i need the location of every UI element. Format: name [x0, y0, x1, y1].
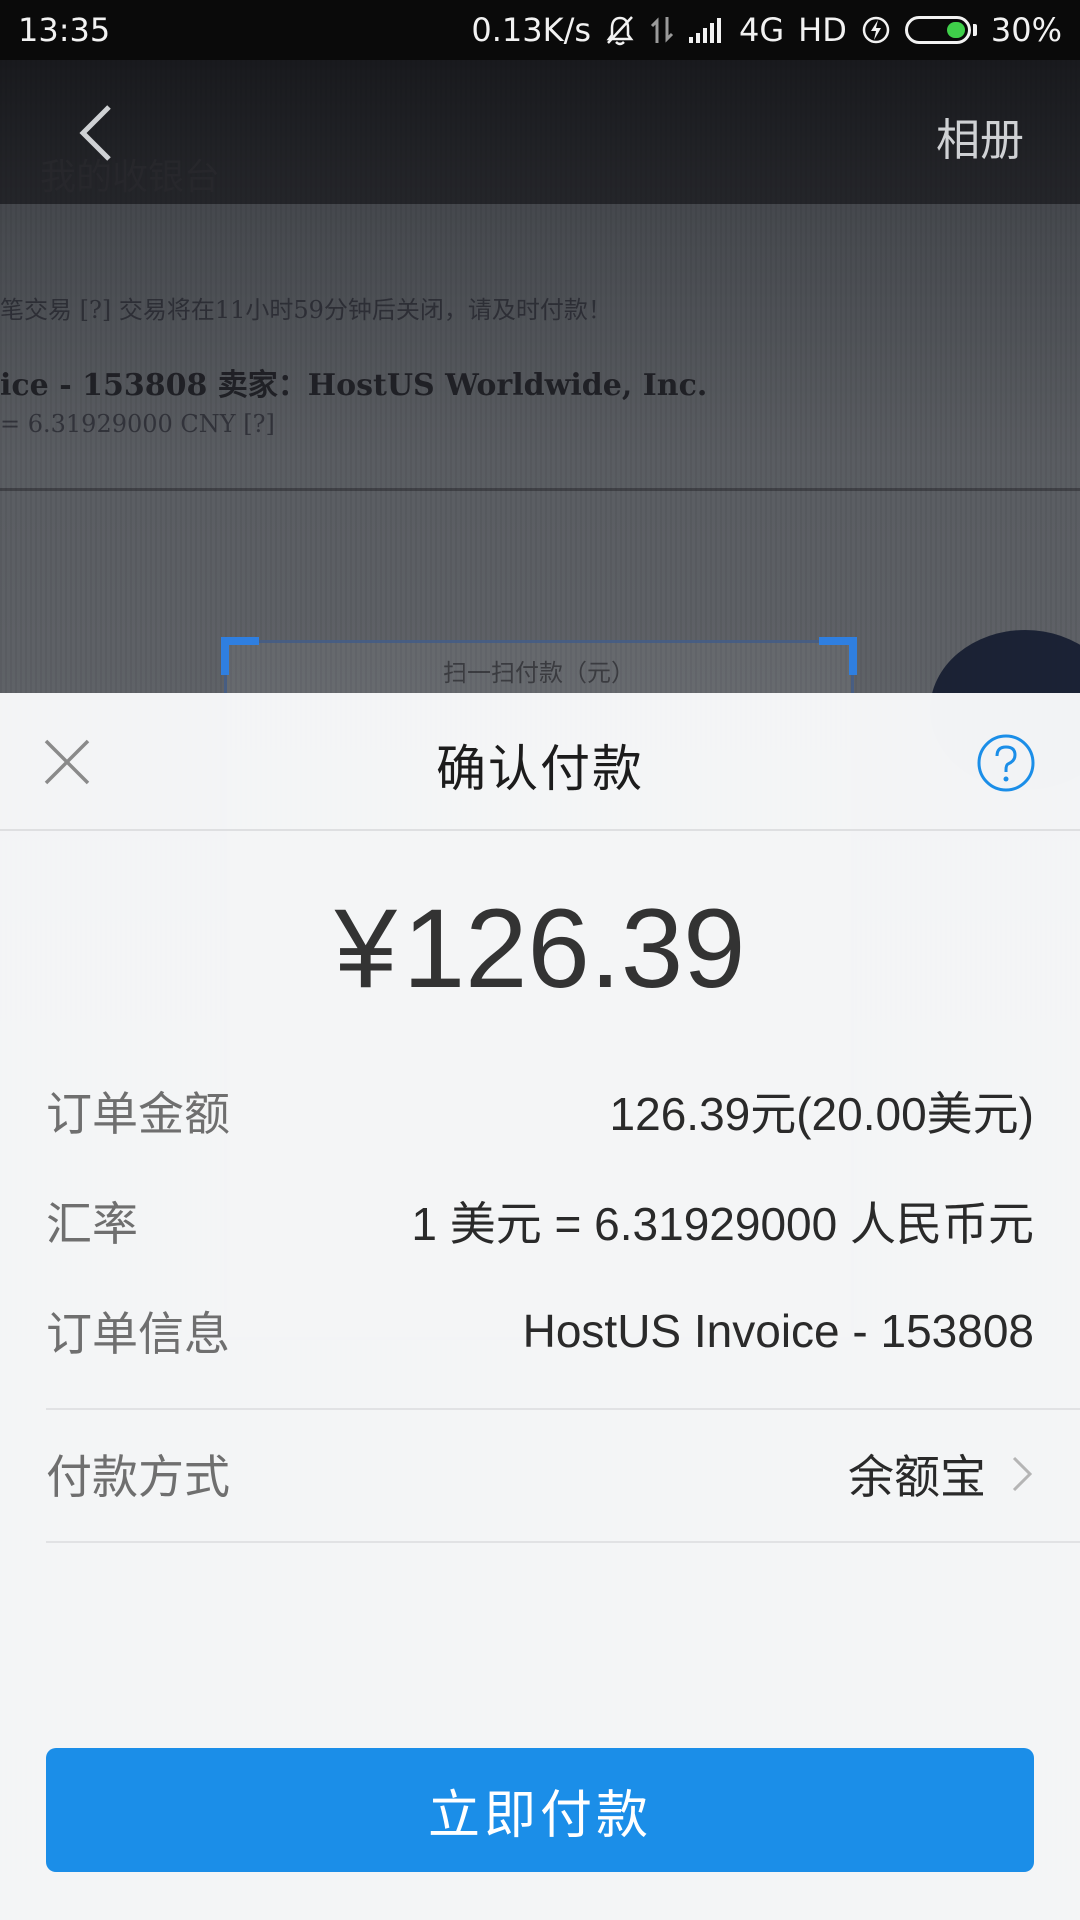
- scan-nav-bar: 相册: [0, 60, 1080, 204]
- payment-amount: ¥126.39: [0, 893, 1080, 1005]
- order-amount-label: 订单金额: [46, 1087, 230, 1141]
- camera-text-line: = 6.31929000 CNY [?]: [0, 410, 275, 438]
- payment-method-row[interactable]: 付款方式 余额宝: [46, 1444, 1034, 1504]
- hd-indicator: HD: [798, 11, 847, 49]
- exchange-rate-value: 1 美元 = 6.31929000 人民币元: [411, 1198, 1034, 1250]
- battery-icon: [904, 16, 977, 44]
- signal-icon: [689, 17, 725, 43]
- order-info-row: 订单信息 HostUS Invoice - 153808: [46, 1301, 1034, 1361]
- chevron-right-icon: [1012, 1456, 1033, 1492]
- help-button[interactable]: [976, 733, 1036, 793]
- data-transfer-icon: [649, 15, 675, 45]
- order-info-value: HostUS Invoice - 153808: [522, 1305, 1034, 1357]
- back-button[interactable]: [60, 98, 130, 168]
- sheet-title: 确认付款: [436, 740, 644, 798]
- currency-symbol: ¥: [334, 886, 397, 1011]
- amount-value: 126.39: [402, 886, 746, 1011]
- order-info-label: 订单信息: [46, 1307, 230, 1361]
- status-time: 13:35: [18, 11, 111, 49]
- mute-bell-icon: [605, 14, 635, 46]
- exchange-rate-row: 汇率 1 美元 = 6.31929000 人民币元: [46, 1191, 1034, 1251]
- network-type: 4G: [739, 11, 785, 49]
- payment-method-label: 付款方式: [46, 1450, 230, 1504]
- payment-screen: 我的收银台 笔交易 [?] 交易将在11小时59分钟后关闭，请及时付款！ ice…: [0, 0, 1080, 1920]
- album-button[interactable]: 相册: [936, 104, 1024, 168]
- battery-fill: [946, 22, 965, 38]
- help-icon: [977, 734, 1035, 792]
- camera-divider: [0, 488, 1080, 491]
- charging-icon: [861, 15, 891, 45]
- confirm-payment-sheet: 确认付款 ¥126.39 订单金额 126.39元(20.00美元) 汇率 1 …: [0, 693, 1080, 1920]
- battery-percent: 30%: [990, 11, 1062, 49]
- order-amount-row: 订单金额 126.39元(20.00美元): [46, 1081, 1034, 1141]
- chevron-left-icon: [79, 105, 111, 161]
- scan-label: 扫一扫付款（元）: [443, 659, 635, 687]
- exchange-rate-label: 汇率: [46, 1197, 138, 1251]
- order-amount-value: 126.39元(20.00美元): [609, 1088, 1034, 1140]
- camera-text-line: ice - 153808 卖家：HostUS Worldwide, Inc.: [0, 368, 708, 403]
- sheet-header: 确认付款: [0, 693, 1080, 831]
- network-speed: 0.13K/s: [471, 11, 592, 49]
- divider: [46, 1541, 1080, 1543]
- payment-method-value: 余额宝: [848, 1451, 986, 1503]
- divider: [46, 1408, 1080, 1410]
- status-bar: 13:35 0.13K/s 4G HD 30%: [0, 0, 1080, 60]
- camera-text-line: 笔交易 [?] 交易将在11小时59分钟后关闭，请及时付款！: [0, 296, 612, 324]
- pay-now-button[interactable]: 立即付款: [46, 1748, 1034, 1872]
